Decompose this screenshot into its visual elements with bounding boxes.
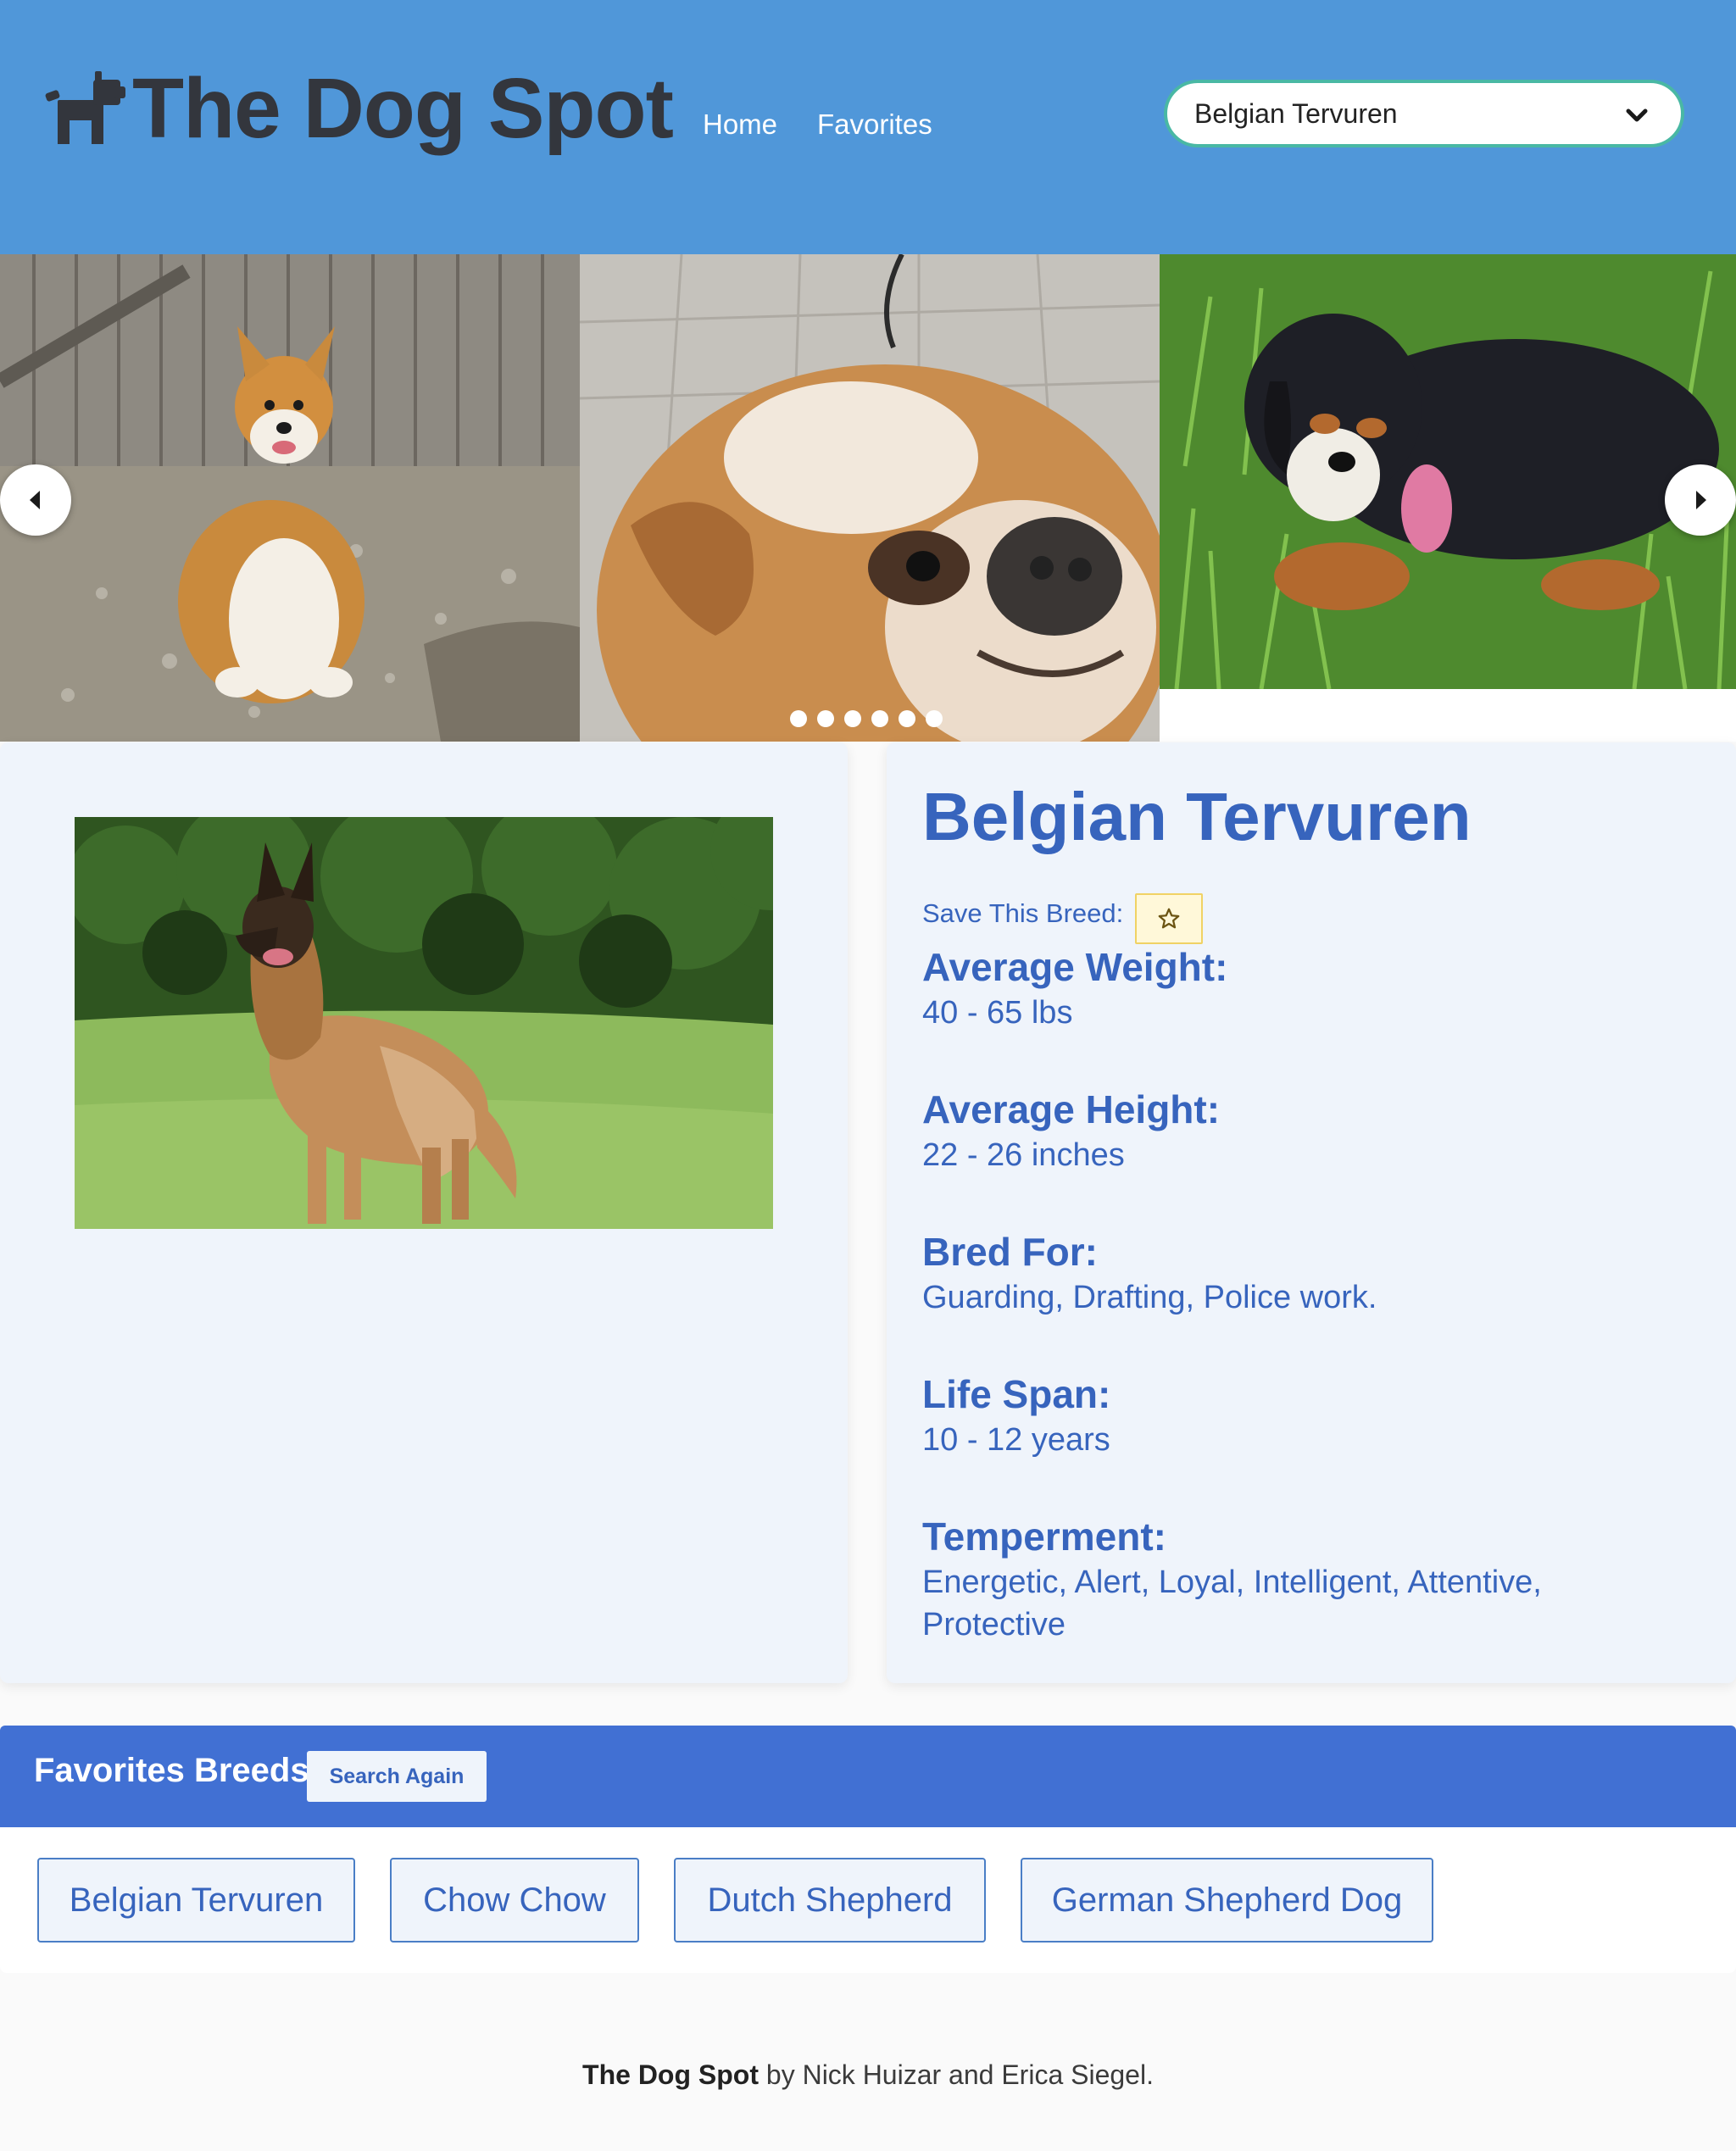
save-breed-label: Save This Breed: [922,898,1124,928]
bulldog-photo [580,254,1160,742]
life-span-value: 10 - 12 years [922,1422,1110,1458]
bred-for-block: Bred For: Guarding, Drafting, Police wor… [922,1227,1685,1319]
favorites-header: Favorites Breeds Search Again [0,1726,1736,1827]
temperament-block: Temperment: Energetic, Alert, Loyal, Int… [922,1512,1685,1646]
average-weight-value: 40 - 65 lbs [922,995,1073,1031]
temperament-label: Temperment: [922,1515,1166,1559]
breed-info-card: Belgian Tervuren Save This Breed: Averag… [887,742,1736,1683]
bred-for-value: Guarding, Drafting, Police work. [922,1280,1377,1315]
favorite-item-belgian-tervuren[interactable]: Belgian Tervuren [37,1858,355,1943]
caret-right-icon [1696,491,1706,509]
carousel-dot[interactable] [817,710,834,727]
average-height-label: Average Height: [922,1087,1221,1131]
carousel-prev-button[interactable] [0,464,71,536]
footer-brand: The Dog Spot [582,2059,759,2090]
dog-carousel [0,254,1736,742]
carousel-dot[interactable] [790,710,807,727]
temperament-value: Energetic, Alert, Loyal, Intelligent, At… [922,1565,1542,1642]
brand-title: The Dog Spot [132,61,674,156]
nav-favorites-link[interactable]: Favorites [817,108,932,141]
navbar: The Dog Spot Home Favorites Belgian Terv… [0,0,1736,254]
carousel-dots [790,710,943,727]
life-span-block: Life Span: 10 - 12 years [922,1370,1685,1461]
star-icon [1158,908,1180,929]
chevron-down-icon [1626,108,1648,122]
carousel-dot[interactable] [844,710,861,727]
breed-select[interactable]: Belgian Tervuren [1164,80,1684,147]
dog-icon [45,71,125,144]
breed-photo [75,817,773,1229]
favorite-item-dutch-shepherd[interactable]: Dutch Shepherd [674,1858,986,1943]
bred-for-label: Bred For: [922,1230,1098,1274]
average-height-block: Average Height: 22 - 26 inches [922,1085,1685,1176]
average-weight-block: Average Weight: 40 - 65 lbs [922,942,1685,1034]
mountain-dog-photo [1160,254,1736,689]
breed-title: Belgian Tervuren [922,779,1472,854]
corgi-photo [0,254,580,742]
breed-photo-card [0,742,848,1683]
favorites-title: Favorites Breeds [34,1752,309,1789]
average-height-value: 22 - 26 inches [922,1137,1125,1173]
footer: The Dog Spot by Nick Huizar and Erica Si… [0,2059,1736,2091]
carousel-dot[interactable] [871,710,888,727]
favorite-item-german-shepherd-dog[interactable]: German Shepherd Dog [1021,1858,1433,1943]
favorite-item-chow-chow[interactable]: Chow Chow [390,1858,639,1943]
carousel-next-button[interactable] [1665,464,1736,536]
carousel-dot[interactable] [899,710,915,727]
save-breed-button[interactable] [1135,893,1203,944]
footer-credits: by Nick Huizar and Erica Siegel. [759,2059,1154,2090]
breed-select-value: Belgian Tervuren [1194,97,1398,129]
brand-link[interactable]: The Dog Spot [42,61,674,156]
favorites-list: Belgian Tervuren Chow Chow Dutch Shepher… [0,1827,1736,1973]
search-again-button[interactable]: Search Again [307,1751,487,1802]
carousel-dot[interactable] [926,710,943,727]
life-span-label: Life Span: [922,1372,1111,1416]
nav-home-link[interactable]: Home [703,108,777,141]
average-weight-label: Average Weight: [922,945,1228,989]
caret-left-icon [30,491,40,509]
